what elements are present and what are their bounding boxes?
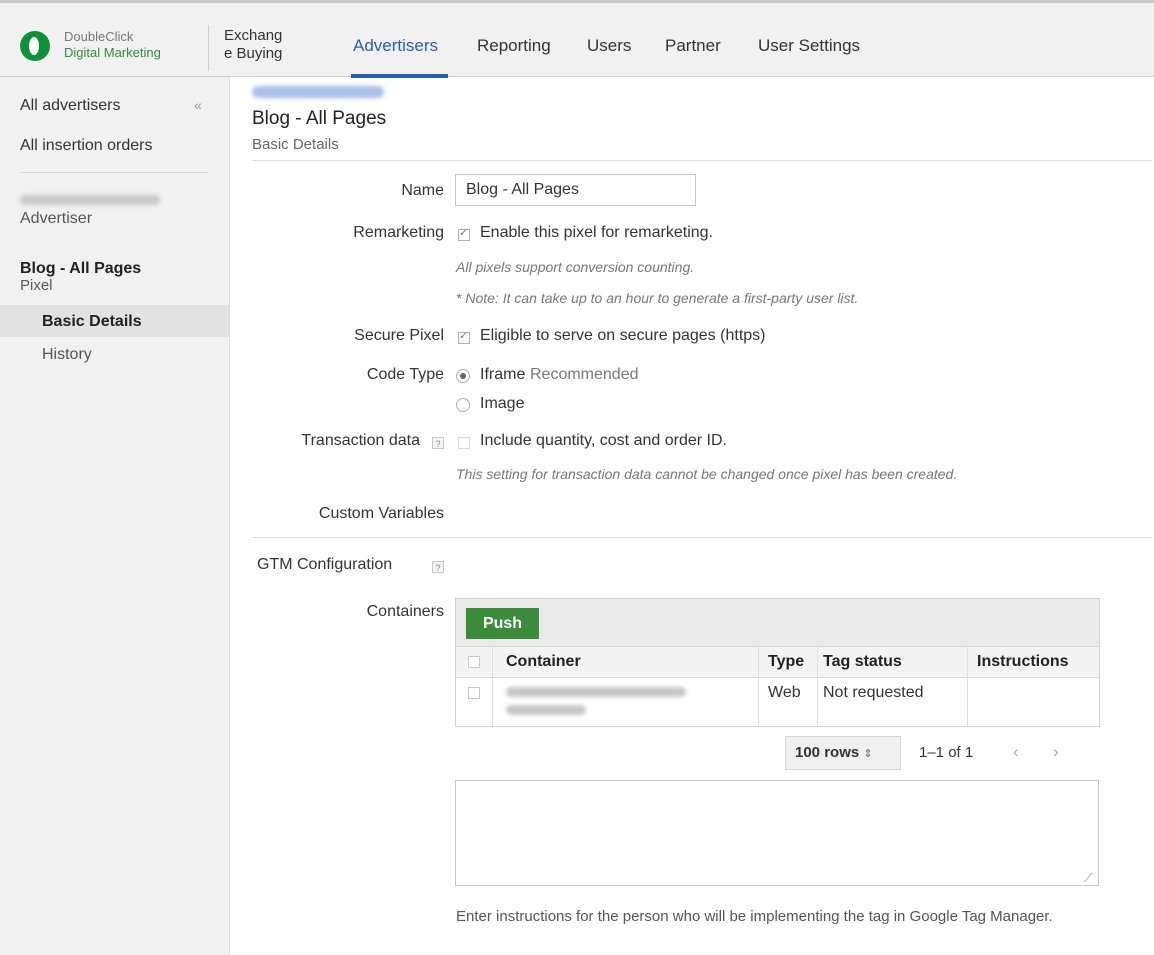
secure-pixel-option-text: Eligible to serve on secure pages (https… [480,327,766,344]
sidebar: All advertisers « All insertion orders A… [0,77,230,955]
container-id-redacted [506,705,586,715]
next-page-icon[interactable]: › [1053,742,1059,762]
doubleclick-logo[interactable]: DoubleClick Digital Marketing [14,23,204,67]
sidebar-item-history[interactable]: History [42,346,92,364]
code-type-image-text: Image [480,395,525,412]
column-divider [492,646,493,726]
transaction-data-label: Transaction data [301,432,420,449]
name-label: Name [401,182,444,199]
table-toolbar: Push [456,599,1099,646]
row-type: Web [768,684,801,701]
pagination-range: 1–1 of 1 [919,744,974,761]
sidebar-item-basic-details[interactable]: Basic Details [42,313,142,331]
column-header-type[interactable]: Type [768,653,804,671]
code-type-label: Code Type [366,366,444,383]
sidebar-item-all-insertion-orders[interactable]: All insertion orders [20,137,153,155]
prev-page-icon[interactable]: ‹ [1013,742,1019,762]
collapse-sidebar-icon[interactable]: « [194,97,202,113]
secure-pixel-label: Secure Pixel [354,327,444,344]
table-header-row: Container Type Tag status Instructions [456,646,1099,678]
header-divider [208,25,209,71]
resize-handle-icon[interactable]: ⟋ [1084,871,1092,886]
logo-text-line1: DoubleClick [64,29,134,44]
instructions-hint: Enter instructions for the person who wi… [456,908,1053,925]
rows-per-page-arrows-icon: ⇕ [863,748,873,760]
header-divider-line [252,160,1152,161]
rows-per-page-value: 100 rows [795,744,860,761]
nav-exchange-line2: e Buying [224,45,283,62]
logo-text-line2: Digital Marketing [64,45,161,60]
nav-active-indicator [351,74,448,78]
nav-advertisers[interactable]: Advertisers [353,36,438,56]
code-type-iframe-radio[interactable] [456,369,470,383]
nav-exchange-line1: Exchang [224,27,283,44]
sidebar-item-all-advertisers[interactable]: All advertisers [20,97,120,115]
remarketing-label: Remarketing [353,224,444,241]
custom-variables-label: Custom Variables [318,505,444,522]
row-tag-status: Not requested [823,684,924,701]
section-divider-line [252,537,1152,538]
transaction-hint: This setting for transaction data cannot… [456,466,958,482]
nav-reporting[interactable]: Reporting [477,36,551,56]
name-input[interactable] [455,174,696,206]
nav-users[interactable]: Users [587,36,631,56]
code-type-iframe-text: Iframe [480,366,526,383]
secure-pixel-checkbox[interactable] [458,329,470,344]
page-title: Blog - All Pages [252,108,387,129]
advertiser-name-redacted[interactable] [20,195,160,205]
column-header-instructions[interactable]: Instructions [977,653,1069,671]
page-subtitle: Basic Details [252,136,339,153]
top-bar: DoubleClick Digital Marketing Exchang e … [0,0,1154,78]
column-header-container[interactable]: Container [506,653,581,671]
doubleclick-logo-icon [20,31,50,61]
containers-label: Containers [366,603,444,620]
remarketing-hint-2: * Note: It can take up to an hour to gen… [456,290,859,306]
push-button[interactable]: Push [466,608,539,639]
remarketing-hint-1: All pixels support conversion counting. [456,259,695,275]
remarketing-option-text: Enable this pixel for remarketing. [480,224,713,241]
sidebar-pixel-label: Pixel [20,277,53,294]
rows-per-page-select[interactable]: 100 rows ⇕ [785,736,901,770]
transaction-data-checkbox[interactable] [458,437,470,449]
instructions-textarea[interactable] [455,780,1099,886]
code-type-recommended: Recommended [530,366,639,383]
code-type-image-radio[interactable] [456,398,470,412]
gtm-help-icon[interactable]: ? [432,561,444,573]
container-name-redacted [506,687,686,697]
column-divider [758,646,759,726]
breadcrumb-redacted[interactable] [252,86,384,98]
transaction-option-text: Include quantity, cost and order ID. [480,432,727,449]
gtm-configuration-label: GTM Configuration [257,556,393,573]
sidebar-advertiser-label: Advertiser [20,210,93,227]
nav-partner[interactable]: Partner [665,36,721,56]
sidebar-separator [20,172,208,173]
column-divider [817,646,818,726]
containers-table: Push Container Type Tag status Instructi… [455,598,1100,727]
row-checkbox[interactable] [468,687,480,699]
nav-user-settings[interactable]: User Settings [758,36,860,56]
column-header-tag-status[interactable]: Tag status [823,653,902,671]
transaction-help-icon[interactable]: ? [432,437,444,449]
remarketing-checkbox[interactable] [458,226,470,241]
select-all-checkbox[interactable] [468,656,480,668]
nav-exchange-buying[interactable]: Exchang e Buying [224,27,282,63]
sidebar-pixel-name[interactable]: Blog - All Pages [20,260,141,278]
column-divider [967,646,968,726]
